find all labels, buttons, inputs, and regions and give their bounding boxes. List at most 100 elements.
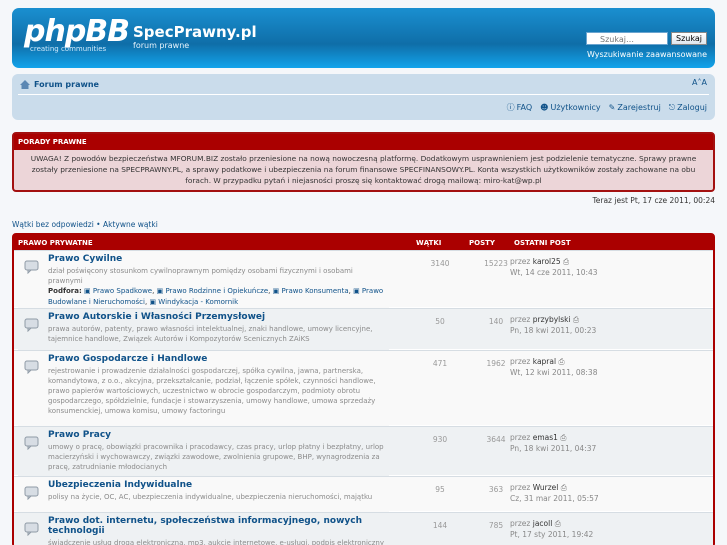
last-post-date: Pn, 18 kwi 2011, 00:23 [510, 326, 597, 335]
forum-info-cell: Prawo Autorskie i Własności Przemysłowej… [18, 309, 389, 351]
navbar-links: ⓘ FAQ ☻ Użytkownicy ✎ Zarejestruj ⎋ Zaloguj [507, 102, 707, 113]
topics-count: 3140 [430, 259, 450, 268]
logo-text: phpBB [24, 14, 130, 49]
last-post-author-link[interactable]: karol25 [533, 257, 561, 266]
forum-title-link[interactable]: Ubezpieczenia Indywidualne [48, 480, 389, 490]
subforum-list: Podfora: ▣ Prawo Spadkowe, ▣ Prawo Rodzi… [48, 287, 384, 306]
last-post-date: Pt, 17 sty 2011, 19:42 [510, 530, 594, 539]
search-form: ⚲ Szukaj [586, 32, 707, 45]
subforum-label: Podfora: [48, 287, 82, 295]
site-header: phpBB creating communities SpecPrawny.pl… [12, 8, 715, 68]
subforum-link[interactable]: ▣ Windykacja - Komornik [149, 298, 238, 306]
forum-description: umowy o pracę, obowiązki pracownika i pr… [48, 443, 384, 471]
forum-read-icon [24, 260, 39, 274]
goto-last-post-icon[interactable]: ⎙ [573, 315, 579, 324]
navbar-divider [18, 94, 709, 95]
forum-title-link[interactable]: Prawo Gospodarcze i Handlowe [48, 354, 389, 364]
site-title[interactable]: SpecPrawny.pl [133, 23, 257, 41]
advanced-search-link[interactable]: Wyszukiwanie zaawansowane [587, 50, 707, 59]
by-label: przez [510, 257, 531, 266]
goto-last-post-icon[interactable]: ⎙ [558, 357, 564, 366]
forum-description: polisy na życie, OC, AC, ubezpieczenia i… [48, 493, 373, 501]
last-post-author-link[interactable]: jacoll [533, 519, 553, 528]
last-post-author-link[interactable]: kapral [533, 357, 556, 366]
topics-count: 930 [432, 435, 448, 444]
forum-info-cell: Prawo Pracy umowy o pracę, obowiązki prac… [18, 427, 389, 477]
subforum-icon: ▣ [272, 287, 280, 295]
last-post-date: Wt, 14 cze 2011, 10:43 [510, 268, 598, 277]
subforum-icon: ▣ [353, 287, 360, 295]
forum-title-link[interactable]: Prawo Autorskie i Własności Przemysłowej [48, 312, 389, 322]
current-time: Teraz jest Pt, 17 cze 2011, 00:24 [592, 196, 715, 205]
forum-row: Prawo Pracy umowy o pracę, obowiązki prac… [14, 426, 713, 477]
forum-read-icon [24, 522, 39, 536]
forum-row: Prawo Gospodarcze i Handlowe rejestrowani… [14, 350, 713, 427]
login-link[interactable]: ⎋ Zaloguj [669, 102, 707, 113]
search-input[interactable] [586, 32, 669, 45]
forum-read-icon [24, 318, 39, 332]
faq-link[interactable]: ⓘ FAQ [507, 102, 533, 113]
topics-count: 144 [432, 521, 448, 530]
subforum-icon: ▣ [84, 287, 91, 295]
forum-info-cell: Prawo dot. internetu, społeczeństwa info… [18, 513, 389, 545]
last-post-cell: przez karol25 ⎙ Wt, 14 cze 2011, 10:43 [510, 256, 598, 278]
forum-section-header: PRAWO PRYWATNE WĄTKI POSTY OSTATNI POST [14, 235, 713, 250]
by-label: przez [510, 483, 531, 492]
goto-last-post-icon[interactable]: ⎙ [563, 257, 569, 266]
navbar: Forum prawne A˄A ⓘ FAQ ☻ Użytkownicy ✎ Zare… [12, 74, 715, 120]
goto-last-post-icon[interactable]: ⎙ [555, 519, 561, 528]
col-posts-header: POSTY [469, 239, 495, 247]
last-post-author-link[interactable]: emas1 [533, 433, 558, 442]
subforum-icon: ▣ [149, 298, 157, 306]
forum-row: Prawo Autorskie i Własności Przemysłowej… [14, 308, 713, 351]
by-label: przez [510, 433, 531, 442]
users-link[interactable]: ☻ Użytkownicy [540, 102, 600, 113]
forum-title-link[interactable]: Prawo dot. internetu, społeczeństwa info… [48, 516, 389, 536]
forum-read-icon [24, 486, 39, 500]
last-post-cell: przez jacoll ⎙ Pt, 17 sty 2011, 19:42 [510, 518, 593, 540]
forum-info-cell: Ubezpieczenia Indywidualne polisy na życi… [18, 477, 389, 513]
site-description: forum prawne [133, 41, 190, 50]
subforum-link[interactable]: ▣ Prawo Spadkowe [84, 287, 152, 295]
announcement-body: UWAGA! Z powodów bezpieczeństwa MFORUM.B… [30, 154, 697, 185]
subforum-link[interactable]: ▣ Prawo Rodzinne i Opiekuńcze [157, 287, 269, 295]
subforum-link[interactable]: ▣ Prawo Konsumenta [273, 287, 349, 295]
forum-info-cell: Prawo Gospodarcze i Handlowe rejestrowani… [18, 351, 389, 427]
by-label: przez [510, 315, 531, 324]
last-post-date: Cz, 31 mar 2011, 05:57 [510, 494, 599, 503]
breadcrumb-forum-home[interactable]: Forum prawne [34, 80, 99, 89]
last-post-author-link[interactable]: przybylski [533, 315, 571, 324]
last-post-cell: przez Wurzel ⎙ Cz, 31 mar 2011, 05:57 [510, 482, 599, 504]
forum-row: Prawo dot. internetu, społeczeństwa info… [14, 512, 713, 545]
by-label: przez [510, 519, 531, 528]
topics-count: 95 [435, 485, 445, 494]
section-title[interactable]: PRAWO PRYWATNE [18, 239, 93, 247]
users-icon: ☻ [540, 103, 549, 112]
subforum-icon: ▣ [156, 287, 164, 295]
col-topics-header: WĄTKI [416, 239, 442, 247]
faq-icon: ⓘ [506, 103, 515, 112]
font-size-icon[interactable]: A˄A [692, 78, 707, 87]
forum-title-link[interactable]: Prawo Pracy [48, 430, 389, 440]
announcement-title: PORADY PRAWNE [14, 134, 713, 150]
breadcrumb[interactable]: Forum prawne [20, 80, 99, 89]
forum-list: Prawo Cywilne dział poświęcony stosunkom … [14, 250, 713, 545]
last-post-date: Pn, 18 kwi 2011, 04:37 [510, 444, 597, 453]
forum-row: Prawo Cywilne dział poświęcony stosunkom … [14, 250, 713, 309]
register-icon: ✎ [608, 103, 616, 112]
goto-last-post-icon[interactable]: ⎙ [561, 483, 567, 492]
search-button[interactable]: Szukaj [671, 32, 707, 45]
forum-info-cell: Prawo Cywilne dział poświęcony stosunkom … [18, 251, 389, 309]
last-post-author-link[interactable]: Wurzel [533, 483, 559, 492]
last-post-cell: przez przybylski ⎙ Pn, 18 kwi 2011, 00:23 [510, 314, 596, 336]
forum-title-link[interactable]: Prawo Cywilne [48, 254, 389, 264]
last-post-cell: przez kapral ⎙ Wt, 12 kwi 2011, 08:38 [510, 356, 597, 378]
quick-links[interactable]: Wątki bez odpowiedzi • Aktywne wątki [12, 220, 715, 229]
phpbb-logo[interactable]: phpBB creating communities [24, 17, 134, 59]
goto-last-post-icon[interactable]: ⎙ [560, 433, 566, 442]
home-icon [20, 80, 30, 89]
register-link[interactable]: ✎ Zarejestruj [609, 102, 661, 113]
announcement-box: PORADY PRAWNE UWAGA! Z powodów bezpiecze… [12, 132, 715, 192]
col-last-header: OSTATNI POST [514, 239, 571, 247]
forum-description: dział poświęcony stosunkom cywilnoprawny… [48, 267, 353, 285]
